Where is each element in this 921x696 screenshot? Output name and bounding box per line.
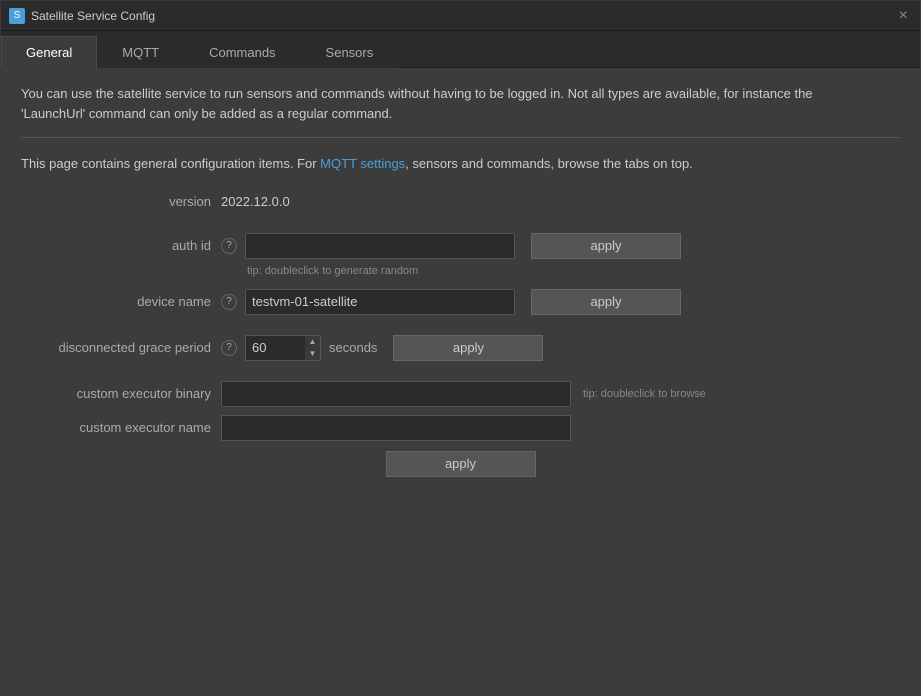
version-label: version: [21, 194, 221, 209]
executor-binary-tip: tip: doubleclick to browse: [583, 388, 706, 400]
executor-apply-button[interactable]: apply: [386, 451, 536, 477]
page-info-suffix: , sensors and commands, browse the tabs …: [405, 156, 693, 171]
title-bar: S Satellite Service Config ×: [1, 1, 920, 31]
auth-id-tip-row: tip: doubleclick to generate random: [239, 265, 900, 277]
grace-period-label: disconnected grace period: [21, 340, 221, 355]
title-bar-left: S Satellite Service Config: [9, 8, 155, 24]
executor-name-row: custom executor name: [21, 415, 900, 441]
tab-mqtt[interactable]: MQTT: [97, 36, 184, 68]
grace-period-help-icon[interactable]: ?: [221, 340, 237, 356]
spinbox-down-arrow[interactable]: ▼: [305, 348, 320, 360]
executor-section: custom executor binary tip: doubleclick …: [21, 381, 900, 477]
auth-id-help-icon[interactable]: ?: [221, 238, 237, 254]
close-button[interactable]: ×: [895, 8, 912, 24]
grace-period-input[interactable]: [245, 335, 305, 361]
executor-apply-row: apply: [21, 451, 900, 477]
spinbox-up-arrow[interactable]: ▲: [305, 336, 320, 348]
tab-general[interactable]: General: [1, 36, 97, 68]
tab-bar: General MQTT Commands Sensors: [1, 31, 920, 68]
page-info-prefix: This page contains general configuration…: [21, 156, 320, 171]
version-row: version 2022.12.0.0: [21, 194, 900, 209]
info-line2: 'LaunchUrl' command can only be added as…: [21, 106, 392, 121]
info-line1: You can use the satellite service to run…: [21, 86, 813, 101]
executor-name-label: custom executor name: [21, 420, 221, 435]
executor-binary-input[interactable]: [221, 381, 571, 407]
info-block: You can use the satellite service to run…: [21, 84, 900, 123]
grace-period-apply-button[interactable]: apply: [393, 335, 543, 361]
auth-id-label: auth id: [21, 238, 221, 253]
page-info: This page contains general configuration…: [21, 154, 900, 174]
seconds-label: seconds: [329, 340, 377, 355]
tab-commands[interactable]: Commands: [184, 36, 300, 68]
main-window: S Satellite Service Config × General MQT…: [0, 0, 921, 696]
auth-id-apply-button[interactable]: apply: [531, 233, 681, 259]
version-value: 2022.12.0.0: [221, 194, 290, 209]
mqtt-link[interactable]: MQTT settings: [320, 156, 405, 171]
auth-id-row: auth id ? apply: [21, 233, 900, 259]
device-name-apply-button[interactable]: apply: [531, 289, 681, 315]
grace-period-row: disconnected grace period ? ▲ ▼ seconds …: [21, 335, 900, 361]
grace-period-spinbox: ▲ ▼: [245, 335, 321, 361]
spinbox-arrows: ▲ ▼: [305, 335, 321, 361]
app-icon: S: [9, 8, 25, 24]
executor-name-input[interactable]: [221, 415, 571, 441]
device-name-row: device name ? apply: [21, 289, 900, 315]
device-name-help-icon[interactable]: ?: [221, 294, 237, 310]
device-name-input[interactable]: [245, 289, 515, 315]
tab-sensors[interactable]: Sensors: [301, 36, 399, 68]
device-name-label: device name: [21, 294, 221, 309]
executor-binary-label: custom executor binary: [21, 386, 221, 401]
executor-binary-row: custom executor binary tip: doubleclick …: [21, 381, 900, 407]
content-area: You can use the satellite service to run…: [1, 68, 920, 695]
auth-id-input[interactable]: [245, 233, 515, 259]
auth-id-tip: tip: doubleclick to generate random: [247, 265, 418, 277]
window-title: Satellite Service Config: [31, 9, 155, 23]
divider: [21, 137, 900, 138]
